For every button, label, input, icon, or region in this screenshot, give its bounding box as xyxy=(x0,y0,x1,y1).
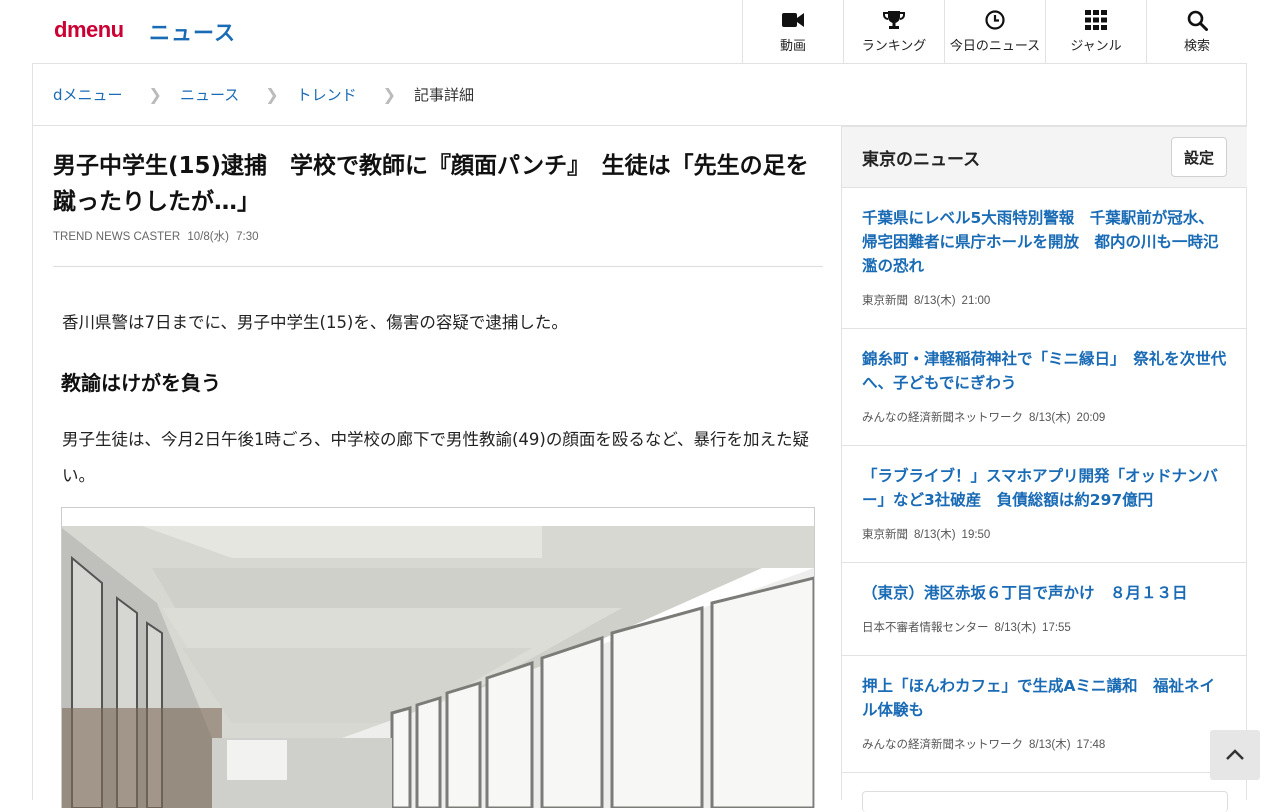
news-date: 8/13(木) xyxy=(914,295,956,307)
article-lead: 香川県警は7日までに、男子中学生(15)を、傷害の容疑で逮捕した。 xyxy=(62,313,568,332)
news-time: 17:55 xyxy=(1042,622,1071,634)
nav-label: ランキング xyxy=(861,39,927,54)
sidebar-local-news: 東京のニュース 設定 千葉県にレベル5大雨特別警報 千葉駅前が冠水、帰宅困難者に… xyxy=(841,126,1247,812)
news-source: 東京新聞 xyxy=(862,529,908,541)
news-item[interactable]: 千葉県にレベル5大雨特別警報 千葉駅前が冠水、帰宅困難者に県庁ホールを開放 都内… xyxy=(842,188,1247,329)
article-title: 男子中学生(15)逮捕 学校で教師に『顔面パンチ』 生徒は「先生の足を蹴ったりし… xyxy=(53,153,809,215)
news-meta: 日本不審者情報センター 8/13(木) 17:55 xyxy=(862,619,1227,635)
article-paragraph: 男子生徒は、今月2日午後1時ごろ、中学校の廊下で男性教諭(49)の顔面を殴るなど… xyxy=(62,430,810,485)
news-item[interactable]: 押上「ほんわカフェ」で生成Aミニ講和 福祉ネイル体験も みんなの経済新聞ネットワ… xyxy=(842,656,1247,773)
news-title[interactable]: 千葉県にレベル5大雨特別警報 千葉駅前が冠水、帰宅困難者に県庁ホールを開放 都内… xyxy=(862,206,1227,278)
breadcrumb-news[interactable]: ニュース xyxy=(180,84,239,105)
article-photo xyxy=(61,507,815,808)
news-item[interactable]: 「ラブライブ！」スマホアプリ開発「オッドナンバー」など3社破産 負債総額は約29… xyxy=(842,446,1247,563)
news-meta: 東京新聞 8/13(木) 19:50 xyxy=(862,526,1227,542)
chevron-right-icon: ❯ xyxy=(382,85,397,104)
sidebar-next-box xyxy=(862,791,1228,812)
news-title[interactable]: （東京）港区赤坂６丁目で声かけ ８月１３日 xyxy=(862,581,1227,605)
article-date: 10/8(水) xyxy=(187,231,229,243)
breadcrumb-trend[interactable]: トレンド xyxy=(297,84,357,105)
news-item[interactable]: （東京）港区赤坂６丁目で声かけ ８月１３日 日本不審者情報センター 8/13(木)… xyxy=(842,563,1247,656)
article-time: 7:30 xyxy=(236,231,259,243)
article-subhead: 教諭はけがを負う xyxy=(61,371,221,395)
clock-icon xyxy=(985,9,1005,31)
news-title[interactable]: 押上「ほんわカフェ」で生成Aミニ講和 福祉ネイル体験も xyxy=(862,674,1227,722)
article-source: TREND NEWS CASTER xyxy=(53,231,181,243)
dmenu-logo[interactable]: dmenu xyxy=(54,17,124,43)
nav-label: 今日のニュース xyxy=(949,39,1041,54)
nav-search[interactable]: 検索 xyxy=(1146,0,1247,63)
back-to-top-button[interactable] xyxy=(1210,730,1260,780)
nav-today-news[interactable]: 今日のニュース xyxy=(944,0,1045,63)
news-time: 20:09 xyxy=(1076,412,1106,424)
news-title[interactable]: 「ラブライブ！」スマホアプリ開発「オッドナンバー」など3社破産 負債総額は約29… xyxy=(862,464,1227,512)
chevron-up-icon xyxy=(1226,749,1244,760)
news-date: 8/13(木) xyxy=(1029,739,1071,751)
nav-ranking[interactable]: ランキング xyxy=(843,0,944,63)
header-nav: 動画 ランキング 今日のニュース ジャンル 検索 xyxy=(742,0,1247,63)
search-icon xyxy=(1187,9,1208,31)
breadcrumb-dmenu[interactable]: dメニュー xyxy=(53,84,123,105)
article-meta: TREND NEWS CASTER 10/8(水) 7:30 xyxy=(53,228,823,244)
settings-button[interactable]: 設定 xyxy=(1171,137,1227,177)
news-time: 17:48 xyxy=(1076,739,1106,751)
news-meta: みんなの経済新聞ネットワーク 8/13(木) 20:09 xyxy=(862,409,1227,425)
sidebar-header: 東京のニュース 設定 xyxy=(842,127,1247,188)
breadcrumb: dメニュー ❯ ニュース ❯ トレンド ❯ 記事詳細 xyxy=(33,64,1246,126)
news-source: みんなの経済新聞ネットワーク xyxy=(862,739,1023,751)
news-meta: みんなの経済新聞ネットワーク 8/13(木) 17:48 xyxy=(862,736,1227,752)
nav-label: 検索 xyxy=(1183,39,1210,54)
sidebar-title: 東京のニュース xyxy=(862,150,981,170)
news-title[interactable]: 錦糸町・津軽稲荷神社で「ミニ縁日」 祭礼を次世代へ、子どもでにぎわう xyxy=(862,347,1227,395)
video-camera-icon xyxy=(781,9,805,31)
news-item[interactable]: 錦糸町・津軽稲荷神社で「ミニ縁日」 祭礼を次世代へ、子どもでにぎわう みんなの経… xyxy=(842,329,1247,446)
site-header: dmenu ニュース 動画 ランキング 今日のニュース ジャンル 検索 xyxy=(32,0,1247,64)
news-source: みんなの経済新聞ネットワーク xyxy=(862,412,1023,424)
chevron-right-icon: ❯ xyxy=(265,85,279,104)
chevron-right-icon: ❯ xyxy=(148,85,162,104)
article: 男子中学生(15)逮捕 学校で教師に『顔面パンチ』 生徒は「先生の足を蹴ったりし… xyxy=(53,126,823,808)
news-time: 19:50 xyxy=(961,529,991,541)
nav-video[interactable]: 動画 xyxy=(742,0,843,63)
nav-genre[interactable]: ジャンル xyxy=(1045,0,1146,63)
nav-label: 動画 xyxy=(779,39,806,54)
breadcrumb-current: 記事詳細 xyxy=(414,86,475,104)
divider xyxy=(53,266,823,267)
news-date: 8/13(木) xyxy=(1029,412,1071,424)
news-time: 21:00 xyxy=(961,295,991,307)
news-date: 8/13(木) xyxy=(994,622,1037,634)
news-meta: 東京新聞 8/13(木) 21:00 xyxy=(862,292,1227,308)
news-source: 東京新聞 xyxy=(862,295,908,307)
trophy-icon xyxy=(883,9,905,31)
grid-icon xyxy=(1085,9,1107,31)
nav-label: ジャンル xyxy=(1070,39,1122,54)
news-source: 日本不審者情報センター xyxy=(862,622,989,634)
news-date: 8/13(木) xyxy=(914,529,956,541)
section-title[interactable]: ニュース xyxy=(149,17,236,47)
